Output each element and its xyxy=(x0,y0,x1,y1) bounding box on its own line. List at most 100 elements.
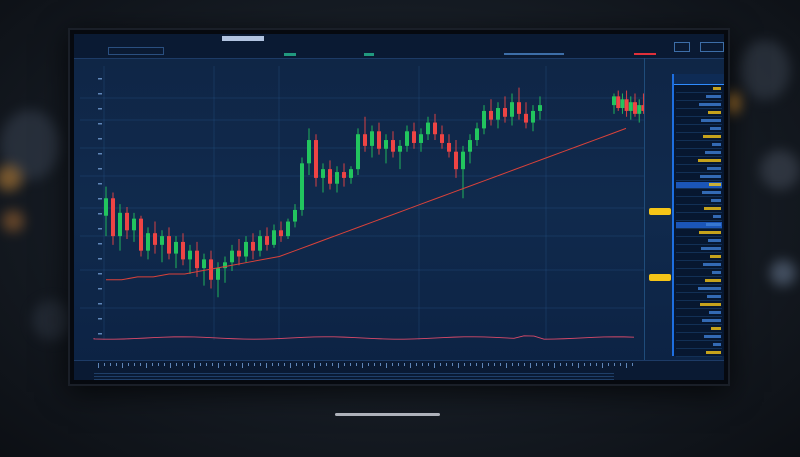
candle-body[interactable] xyxy=(616,96,621,109)
order-book-row[interactable] xyxy=(676,150,722,157)
order-book-row[interactable] xyxy=(676,158,722,165)
candle-body[interactable] xyxy=(335,172,339,184)
order-book-row[interactable] xyxy=(676,142,722,149)
order-book-row[interactable] xyxy=(676,350,722,357)
candle-body[interactable] xyxy=(272,230,276,245)
candle-body[interactable] xyxy=(538,105,542,111)
candle-body[interactable] xyxy=(426,122,430,135)
candle-body[interactable] xyxy=(620,99,625,109)
active-tab-indicator[interactable] xyxy=(222,36,264,41)
candle-body[interactable] xyxy=(251,241,255,251)
candle-body[interactable] xyxy=(181,241,185,260)
candle-body[interactable] xyxy=(160,236,164,245)
candle-body[interactable] xyxy=(419,134,423,143)
order-book-row[interactable] xyxy=(676,86,722,93)
order-book-row[interactable] xyxy=(676,238,722,245)
candle-body[interactable] xyxy=(258,236,262,251)
candle-body[interactable] xyxy=(167,236,171,254)
candle-body[interactable] xyxy=(628,102,633,111)
order-book-row[interactable] xyxy=(676,190,722,197)
candle-body[interactable] xyxy=(461,151,465,170)
candle-body[interactable] xyxy=(111,198,115,237)
candle-body[interactable] xyxy=(195,250,199,269)
ticker-symbol[interactable] xyxy=(108,47,164,55)
candle-body[interactable] xyxy=(328,169,332,184)
order-book-row[interactable] xyxy=(676,326,722,333)
candle-body[interactable] xyxy=(489,110,493,120)
candle-body[interactable] xyxy=(377,131,381,149)
order-book-row[interactable] xyxy=(676,134,722,141)
order-book-row[interactable] xyxy=(676,294,722,301)
candle-body[interactable] xyxy=(398,145,402,152)
candle-body[interactable] xyxy=(447,142,451,152)
candle-body[interactable] xyxy=(125,212,129,231)
panel-header[interactable] xyxy=(674,74,724,85)
candle-body[interactable] xyxy=(349,169,353,178)
candle-body[interactable] xyxy=(307,140,311,164)
candle-body[interactable] xyxy=(510,102,514,117)
candle-body[interactable] xyxy=(174,241,178,254)
candle-body[interactable] xyxy=(321,169,325,178)
candle-body[interactable] xyxy=(230,250,234,263)
order-book-row[interactable] xyxy=(676,270,722,277)
candle-body[interactable] xyxy=(405,131,409,146)
order-book-row[interactable] xyxy=(676,262,722,269)
order-book-row[interactable] xyxy=(676,286,722,293)
candle-body[interactable] xyxy=(188,250,192,260)
candle-body[interactable] xyxy=(624,99,629,111)
candle-body[interactable] xyxy=(612,96,616,106)
candle-body[interactable] xyxy=(503,108,507,117)
candle-body[interactable] xyxy=(440,134,444,143)
order-book-row[interactable] xyxy=(676,182,722,189)
order-book-row[interactable] xyxy=(676,302,722,309)
candle-body[interactable] xyxy=(216,268,220,280)
order-book-row[interactable] xyxy=(676,94,722,101)
order-book-row[interactable] xyxy=(676,118,722,125)
candlestick-chart[interactable] xyxy=(74,58,644,360)
candle-body[interactable] xyxy=(482,110,486,129)
order-book-row[interactable] xyxy=(676,126,722,133)
candle-body[interactable] xyxy=(146,233,150,251)
candle-body[interactable] xyxy=(384,140,388,149)
order-book-row[interactable] xyxy=(676,334,722,341)
candle-body[interactable] xyxy=(531,110,535,123)
order-book-row[interactable] xyxy=(676,222,722,229)
candle-body[interactable] xyxy=(153,233,157,245)
order-book-row[interactable] xyxy=(676,278,722,285)
candle-body[interactable] xyxy=(391,140,395,152)
candle-body[interactable] xyxy=(524,113,528,123)
candle-body[interactable] xyxy=(475,128,479,141)
order-book-row[interactable] xyxy=(676,206,722,213)
order-book-row[interactable] xyxy=(676,318,722,325)
candle-body[interactable] xyxy=(118,212,122,237)
candle-body[interactable] xyxy=(132,218,136,231)
candle-body[interactable] xyxy=(363,134,367,146)
order-book-row[interactable] xyxy=(676,166,722,173)
candle-body[interactable] xyxy=(300,163,304,210)
candle-body[interactable] xyxy=(517,102,521,114)
order-book-row[interactable] xyxy=(676,230,722,237)
candle-body[interactable] xyxy=(633,102,637,114)
candle-body[interactable] xyxy=(370,131,374,146)
candle-body[interactable] xyxy=(244,241,248,257)
order-book-row[interactable] xyxy=(676,214,722,221)
order-book-row[interactable] xyxy=(676,342,722,349)
candle-body[interactable] xyxy=(293,209,297,222)
candle-body[interactable] xyxy=(637,105,642,114)
candle-body[interactable] xyxy=(202,259,206,269)
candle-body[interactable] xyxy=(433,122,437,135)
order-book-row[interactable] xyxy=(676,174,722,181)
order-book-row[interactable] xyxy=(676,310,722,317)
candle-body[interactable] xyxy=(139,218,143,251)
candle-body[interactable] xyxy=(279,230,283,237)
candle-body[interactable] xyxy=(265,236,269,245)
candle-body[interactable] xyxy=(314,140,318,178)
candle-body[interactable] xyxy=(342,172,346,178)
candle-body[interactable] xyxy=(356,134,360,170)
order-book-row[interactable] xyxy=(676,246,722,253)
candle-body[interactable] xyxy=(104,198,108,216)
order-book-row[interactable] xyxy=(676,198,722,205)
candle-body[interactable] xyxy=(496,108,500,120)
candle-body[interactable] xyxy=(237,250,241,257)
candle-body[interactable] xyxy=(286,221,290,237)
